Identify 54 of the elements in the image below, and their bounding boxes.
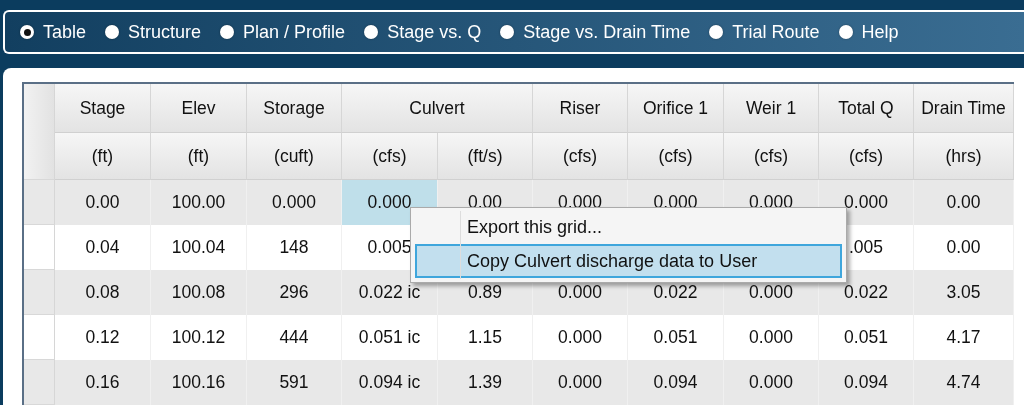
unit-header: (cfs)	[342, 133, 438, 180]
menu-item[interactable]: Copy Culvert discharge data to User	[415, 244, 842, 278]
table-cell: 296	[247, 270, 342, 315]
table-cell: 0.16	[55, 360, 151, 405]
column-header: Drain Time	[914, 84, 1014, 133]
table-cell: 591	[247, 360, 342, 405]
unit-header: (cuft)	[247, 133, 342, 180]
table-cell: 0.000	[247, 180, 342, 225]
table-cell: 0.094 ic	[342, 360, 438, 405]
unit-header: (ft/s)	[438, 133, 533, 180]
table-cell: 100.16	[151, 360, 247, 405]
table-cell: 3.05	[914, 270, 1014, 315]
view-tab[interactable]: Trial Route	[709, 21, 820, 43]
table-cell: 0.094	[628, 360, 724, 405]
unit-header: (cfs)	[533, 133, 628, 180]
unit-header: (cfs)	[819, 133, 914, 180]
unit-header: (hrs)	[914, 133, 1014, 180]
unit-header: (cfs)	[724, 133, 819, 180]
table-cell: 0.00	[55, 180, 151, 225]
table-cell: 0.000	[533, 360, 628, 405]
column-header: Elev	[151, 84, 247, 133]
unit-header: (ft)	[151, 133, 247, 180]
table-cell: 100.08	[151, 270, 247, 315]
table-cell: 0.000	[724, 360, 819, 405]
view-tab[interactable]: Plan / Profile	[220, 21, 346, 43]
table-cell: 0.094	[819, 360, 914, 405]
unit-header: (cfs)	[628, 133, 724, 180]
view-tab[interactable]: Help	[838, 21, 899, 43]
table-cell: 0.022 ic	[342, 270, 438, 315]
view-tab[interactable]: Table	[20, 21, 87, 43]
radio-button[interactable]	[500, 25, 515, 39]
column-header: Orifice 1	[628, 84, 724, 133]
column-header: Total Q	[819, 84, 914, 133]
view-tab[interactable]: Stage vs. Q	[364, 21, 482, 43]
table-cell: 100.00	[151, 180, 247, 225]
column-header: Culvert	[342, 84, 533, 133]
radio-button[interactable]	[20, 25, 34, 39]
column-header: Stage	[55, 84, 151, 133]
unit-header: (ft)	[55, 133, 151, 180]
table-cell: 1.39	[438, 360, 533, 405]
radio-button[interactable]	[364, 25, 379, 39]
column-header: Storage	[247, 84, 342, 133]
radio-button[interactable]	[838, 25, 853, 39]
table-cell: 0.022	[819, 270, 914, 315]
table-cell: 0.00	[914, 180, 1014, 225]
view-tab[interactable]: Structure	[105, 21, 202, 43]
radio-button[interactable]	[105, 25, 120, 39]
radio-button[interactable]	[220, 25, 235, 39]
view-tab[interactable]: Stage vs. Drain Time	[500, 21, 691, 43]
table-cell: 0.08	[55, 270, 151, 315]
column-header: Weir 1	[724, 84, 819, 133]
table-cell: 4.74	[914, 360, 1014, 405]
column-header: Riser	[533, 84, 628, 133]
radio-button[interactable]	[709, 25, 724, 39]
